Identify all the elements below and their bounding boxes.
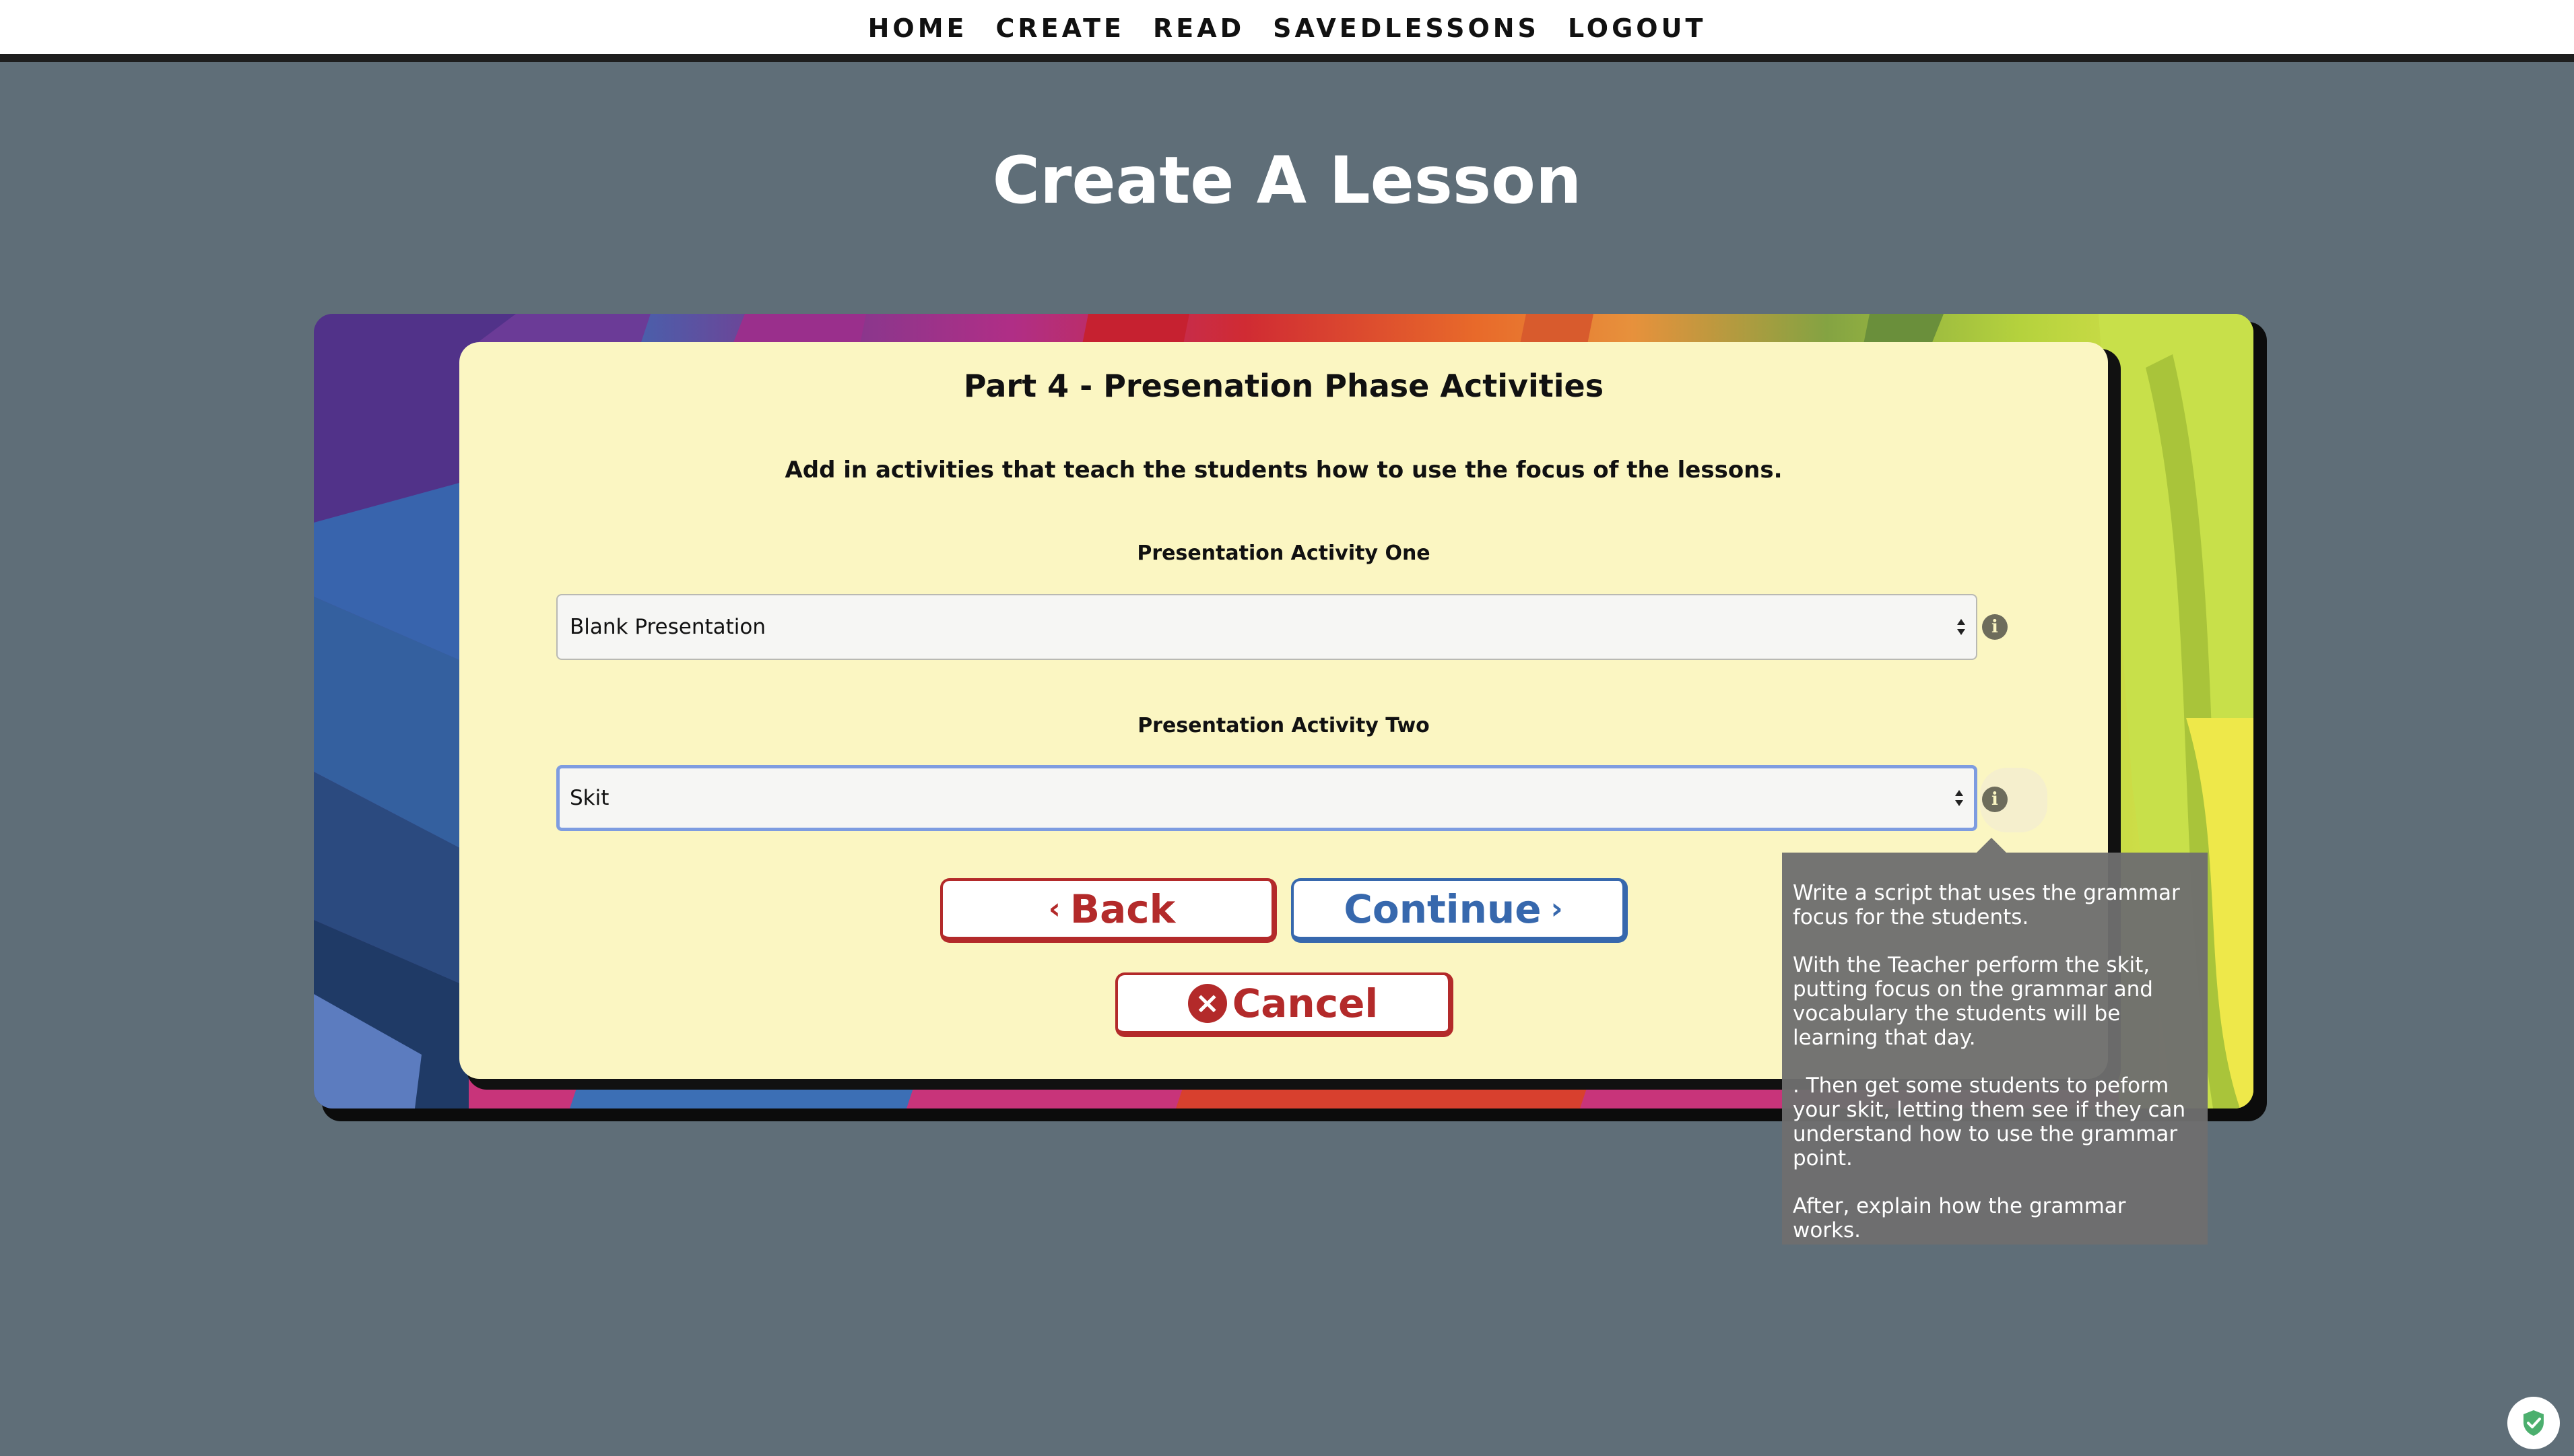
activity-two-info-icon[interactable]: i (1982, 787, 2008, 812)
nav-create[interactable]: CREATE (996, 11, 1125, 43)
nav-saved-lessons[interactable]: SAVEDLESSONS (1273, 11, 1540, 43)
activity-info-tooltip: Write a script that uses the grammar foc… (1782, 853, 2208, 1245)
select-arrows-icon (1957, 619, 1965, 635)
tooltip-paragraph-3: . Then get some students to peform your … (1793, 1073, 2186, 1170)
nav-home[interactable]: HOME (868, 11, 968, 43)
continue-button-label: Continue (1344, 886, 1542, 932)
nav-logout[interactable]: LOGOUT (1568, 11, 1706, 43)
select-arrows-icon (1955, 790, 1963, 806)
top-navigation: HOME CREATE READ SAVEDLESSONS LOGOUT (0, 0, 2574, 62)
part-description: Add in activities that teach the student… (785, 457, 1783, 484)
page-title: Create A Lesson (992, 143, 1582, 218)
close-circle-icon: × (1187, 983, 1227, 1023)
nav-read[interactable]: READ (1153, 11, 1245, 43)
tooltip-paragraph-1: Write a script that uses the grammar foc… (1793, 881, 2180, 929)
tooltip-paragraph-2: With the Teacher perform the skit, putti… (1793, 953, 2153, 1050)
back-button-label: Back (1069, 886, 1176, 932)
activity-one-select[interactable]: Blank Presentation (556, 594, 1977, 660)
tooltip-paragraph-4: After, explain how the grammar works. (1793, 1194, 2126, 1243)
part-title: Part 4 - Presenation Phase Activities (963, 368, 1604, 404)
security-badge[interactable] (2507, 1397, 2560, 1449)
activity-two-value: Skit (570, 786, 609, 810)
activity-one-value: Blank Presentation (570, 615, 766, 639)
tooltip-arrow (1977, 838, 2006, 853)
activity-one-label: Presentation Activity One (1137, 541, 1430, 565)
chevron-left-icon: ‹ (1048, 892, 1061, 926)
cancel-button[interactable]: × Cancel (1115, 972, 1453, 1037)
cancel-button-label: Cancel (1232, 980, 1379, 1026)
activity-two-label: Presentation Activity Two (1137, 714, 1430, 737)
chevron-right-icon: › (1550, 892, 1563, 926)
shield-check-icon (2523, 1410, 2544, 1436)
back-button[interactable]: ‹ Back (940, 878, 1277, 943)
continue-button[interactable]: Continue › (1291, 878, 1628, 943)
activity-two-select[interactable]: Skit (556, 765, 1977, 831)
activity-one-info-icon[interactable]: i (1982, 614, 2008, 640)
